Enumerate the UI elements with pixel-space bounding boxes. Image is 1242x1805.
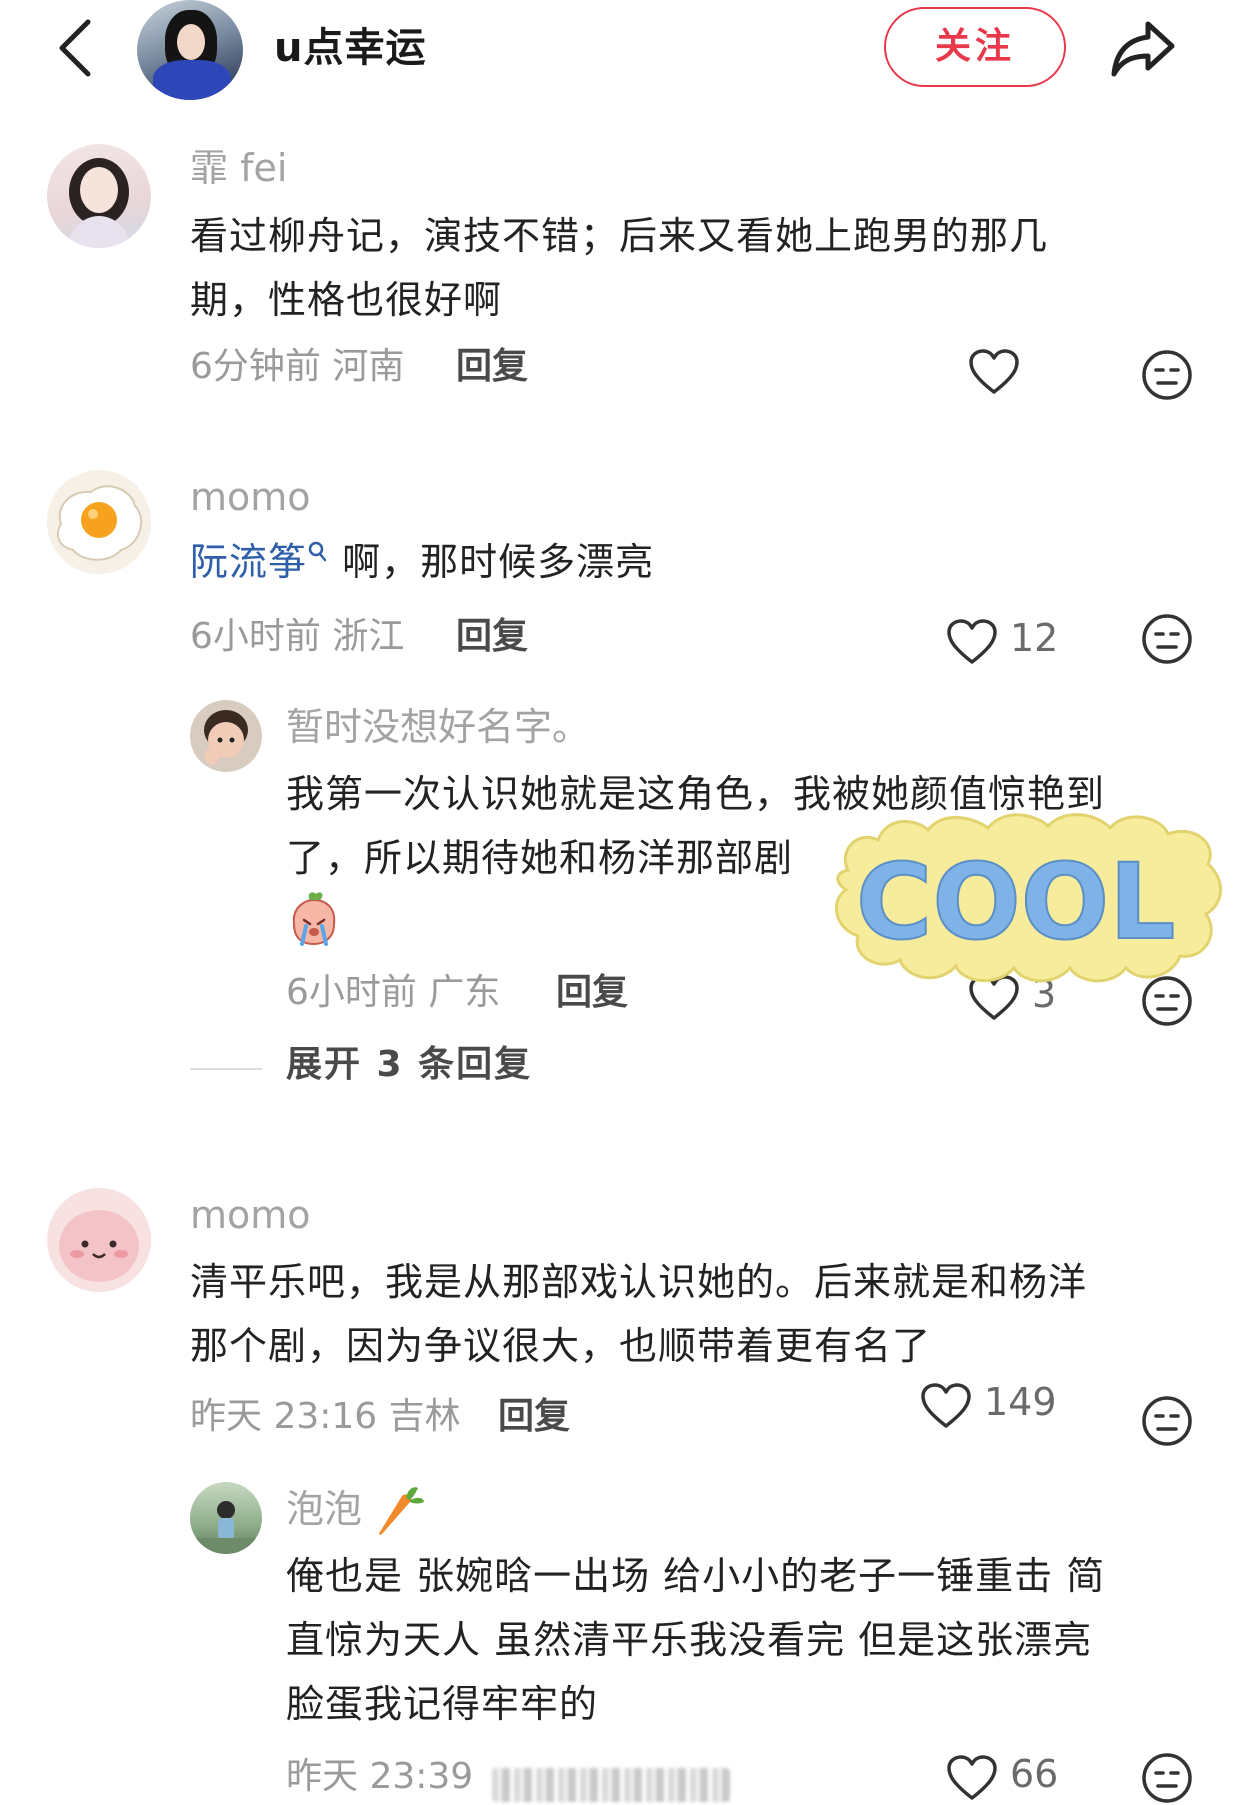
comment-text-line: 清平乐吧，我是从那部戏认识她的。后来就是和杨洋 <box>190 1260 1088 1304</box>
author-avatar[interactable] <box>137 0 243 100</box>
neutral-face-icon[interactable] <box>1140 1751 1194 1805</box>
heart-icon <box>947 619 997 664</box>
search-icon[interactable] <box>307 540 329 566</box>
comment-time-location: 6分钟前 河南 <box>190 346 405 387</box>
expand-replies-button[interactable]: 展开 3 条回复 <box>286 1040 532 1090</box>
carrot-emoji <box>379 1487 425 1535</box>
reply-text: 俺也是 张婉晗一出场 给小小的老子一锤重击 简 直惊为天人 虽然清平乐我没看完 … <box>286 1544 1216 1736</box>
neutral-face-icon[interactable] <box>1140 348 1194 402</box>
neutral-face-icon[interactable] <box>1140 612 1194 666</box>
avatar[interactable] <box>190 700 262 772</box>
like-button[interactable]: 149 <box>920 1376 1090 1432</box>
heart-icon <box>947 1755 997 1800</box>
author-name[interactable]: u点幸运 <box>274 20 426 76</box>
follow-button[interactable]: 关注 <box>884 7 1066 87</box>
neutral-face-icon[interactable] <box>1140 1394 1194 1448</box>
comment-nickname[interactable]: momo <box>190 1190 311 1240</box>
reply-button[interactable]: 回复 <box>556 968 628 1018</box>
chevron-left-icon[interactable] <box>50 14 100 82</box>
reply-nickname[interactable]: 泡泡 <box>286 1484 426 1538</box>
avatar[interactable] <box>47 144 151 248</box>
like-count: 149 <box>984 1380 1057 1424</box>
comment-text-line: 期，性格也很好啊 <box>190 278 503 322</box>
divider <box>190 1068 262 1070</box>
like-button[interactable] <box>968 346 1024 402</box>
comment-nickname[interactable]: 霏 fei <box>190 143 287 193</box>
like-button[interactable]: 66 <box>946 1748 1086 1804</box>
top-bar: u点幸运 关注 <box>0 0 1242 100</box>
reply-time: 昨天 23:39 <box>286 1756 474 1797</box>
sticker-letter: COOL <box>856 841 1175 963</box>
avatar[interactable] <box>47 470 151 574</box>
reply-text-line: 脸蛋我记得牢牢的 <box>286 1682 599 1726</box>
cool-sticker: COOL <box>835 813 1222 983</box>
reply-text-line: 直惊为天人 虽然清平乐我没看完 但是这张漂亮 <box>286 1618 1093 1662</box>
comment-nickname[interactable]: momo <box>190 472 311 522</box>
heart-icon <box>969 349 1019 394</box>
share-arrow-icon[interactable] <box>1108 16 1178 80</box>
comment-text-line: 看过柳舟记，演技不错；后来又看她上跑男的那几 <box>190 214 1049 258</box>
reply-text-line: 俺也是 张婉晗一出场 给小小的老子一锤重击 简 <box>286 1554 1106 1598</box>
comment-time-location: 昨天 23:16 吉林 <box>190 1396 461 1437</box>
reply-button[interactable]: 回复 <box>456 342 528 392</box>
avatar[interactable] <box>47 1188 151 1292</box>
reply-time-location: 6小时前 广东 <box>286 972 501 1013</box>
crying-emoji <box>292 892 336 946</box>
reply-button[interactable]: 回复 <box>498 1392 570 1442</box>
comment-text: 阮流筝 啊，那时候多漂亮 <box>190 530 1190 594</box>
blurred-text <box>492 1768 730 1802</box>
comment-text-line: 那个剧，因为争议很大，也顺带着更有名了 <box>190 1324 932 1368</box>
like-button[interactable]: 12 <box>946 612 1086 668</box>
reply-button[interactable]: 回复 <box>456 612 528 662</box>
comment-text-line: 啊，那时候多漂亮 <box>342 540 655 584</box>
comment-text: 清平乐吧，我是从那部戏认识她的。后来就是和杨洋 那个剧，因为争议很大，也顺带着更… <box>190 1250 1230 1378</box>
comment-time-location: 6小时前 浙江 <box>190 616 405 657</box>
like-count: 12 <box>1010 616 1059 660</box>
mention-link[interactable]: 阮流筝 <box>190 540 307 584</box>
heart-icon <box>921 1383 971 1428</box>
comment-text: 看过柳舟记，演技不错；后来又看她上跑男的那几 期，性格也很好啊 <box>190 204 1190 332</box>
reply-nickname-text: 泡泡 <box>286 1487 363 1531</box>
like-count: 66 <box>1010 1752 1059 1796</box>
avatar[interactable] <box>190 1482 262 1554</box>
reply-nickname[interactable]: 暂时没想好名字。 <box>286 702 590 752</box>
